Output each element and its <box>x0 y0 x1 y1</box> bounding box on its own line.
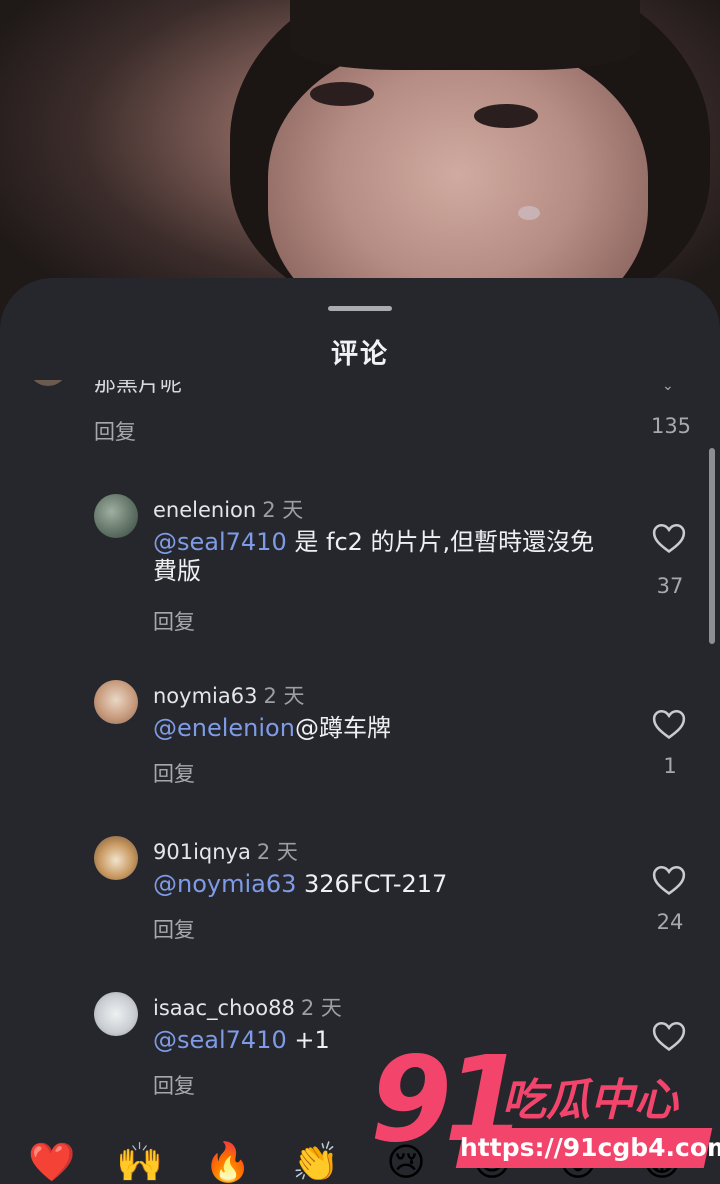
emoji-fire-button[interactable]: 🔥 <box>198 1140 258 1184</box>
username[interactable]: 901iqnya <box>153 840 251 864</box>
heart-icon[interactable] <box>652 864 686 896</box>
username[interactable]: noymia63 <box>153 684 257 708</box>
sheet-drag-handle[interactable] <box>328 306 392 311</box>
like-count: 37 <box>656 574 684 598</box>
comment-list[interactable]: 那黑片呢 ⌄ 回复 135 enelenion 2 天 @seal7410 是 f… <box>0 380 720 1140</box>
reply-button[interactable]: 回复 <box>153 606 195 636</box>
like-count: 1 <box>663 754 677 778</box>
video-highlight <box>518 206 540 220</box>
like-count: 24 <box>656 910 684 934</box>
username[interactable]: isaac_choo88 <box>153 996 295 1020</box>
comment-body-text: @蹲车牌 <box>294 714 391 742</box>
video-bangs-shape <box>290 0 640 70</box>
reply-button[interactable]: 回复 <box>94 416 136 446</box>
avatar[interactable] <box>94 680 138 724</box>
comment-text: 那黑片呢 <box>94 380 183 397</box>
comment-time: 2 天 <box>256 840 298 864</box>
video-eye-left <box>310 82 374 106</box>
avatar[interactable] <box>94 494 138 538</box>
watermark-url-text: https://91cgb4.com <box>460 1133 720 1162</box>
emoji-clap-button[interactable]: 👏 <box>286 1140 346 1184</box>
comment-text: @seal7410 是 fc2 的片片,但暫時還沒免費版 <box>153 528 613 586</box>
comment-body-text: +1 <box>286 1026 330 1054</box>
chevron-down-icon: ⌄ <box>662 380 674 394</box>
emoji-heart-button[interactable]: ❤️ <box>22 1140 82 1184</box>
reply-button[interactable]: 回复 <box>153 914 195 944</box>
mention-link[interactable]: @enelenion <box>153 714 295 742</box>
comment-text: @noymia63 326FCT-217 <box>153 870 613 899</box>
reply-button[interactable]: 回复 <box>153 1070 195 1100</box>
like-count: 135 <box>650 414 692 438</box>
mention-link[interactable]: @seal7410 <box>153 528 287 556</box>
video-eye-right <box>474 104 538 128</box>
comment-header: isaac_choo88 2 天 <box>153 992 342 1022</box>
scrollbar[interactable] <box>709 448 715 644</box>
comment-text: @enelenion@蹲车牌 <box>153 714 613 743</box>
avatar[interactable] <box>94 836 138 880</box>
sheet-title: 评论 <box>331 339 389 370</box>
comment-time: 2 天 <box>262 498 304 522</box>
heart-icon[interactable] <box>652 522 686 554</box>
comment-header: noymia63 2 天 <box>153 680 305 710</box>
emoji-raised-hands-button[interactable]: 🙌 <box>110 1140 170 1184</box>
comment-time: 2 天 <box>263 684 305 708</box>
watermark-brand: 吃瓜中心 <box>502 1075 678 1126</box>
username[interactable]: enelenion <box>153 498 256 522</box>
watermark-logo: 91 吃瓜中心 https://91cgb4.com <box>370 1030 720 1184</box>
comment-header: enelenion 2 天 <box>153 494 303 524</box>
heart-icon[interactable] <box>652 708 686 740</box>
mention-link[interactable]: @noymia63 <box>153 870 296 898</box>
reply-button[interactable]: 回复 <box>153 758 195 788</box>
watermark-url: https://91cgb4.com <box>455 1128 720 1168</box>
avatar[interactable] <box>94 992 138 1036</box>
comment-time: 2 天 <box>300 996 342 1020</box>
comment-header: 901iqnya 2 天 <box>153 836 298 866</box>
mention-link[interactable]: @seal7410 <box>153 1026 287 1054</box>
avatar[interactable] <box>28 380 68 386</box>
comment-body-text: 326FCT-217 <box>296 870 448 898</box>
